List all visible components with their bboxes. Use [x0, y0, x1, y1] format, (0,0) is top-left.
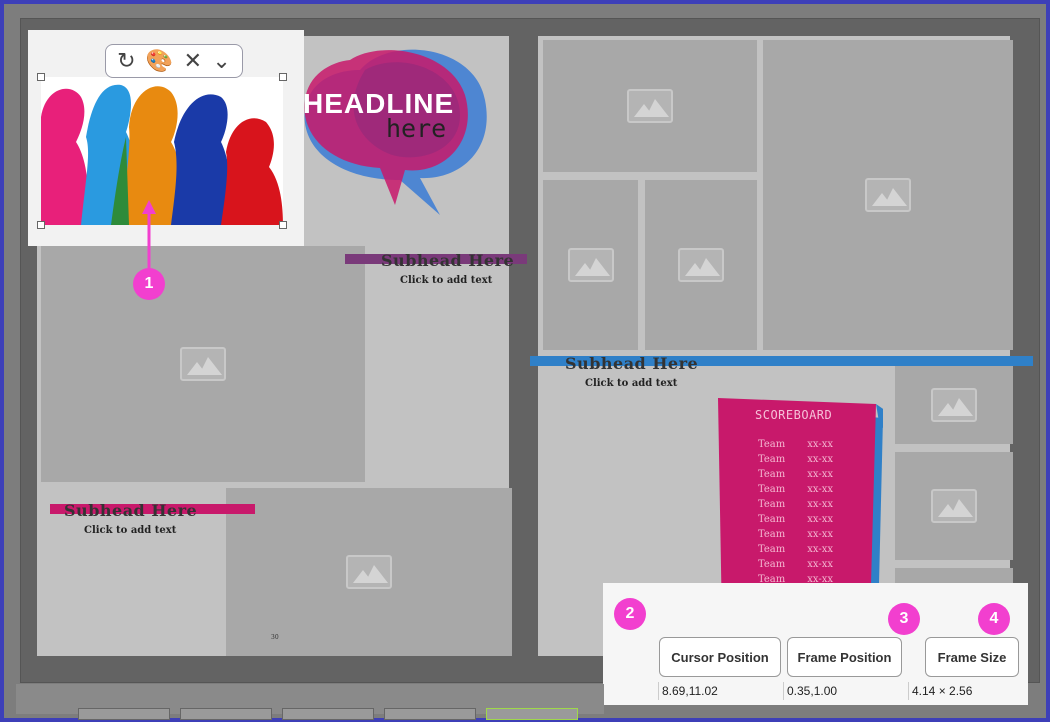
scoreboard-score: xx-xx — [807, 514, 834, 525]
scoreboard-score: xx-xx — [807, 559, 834, 570]
scoreboard-score: xx-xx — [807, 544, 834, 555]
scoreboard-score: xx-xx — [807, 529, 834, 540]
callout-2: 2 — [614, 598, 646, 630]
image-icon — [180, 347, 226, 381]
image-placeholder[interactable] — [895, 366, 1013, 444]
scoreboard-row: Team xx-xx — [758, 527, 858, 542]
image-placeholder[interactable] — [763, 40, 1013, 350]
image-icon — [865, 178, 911, 212]
image-placeholder[interactable] — [543, 180, 638, 350]
close-icon[interactable]: ✕ — [184, 50, 202, 72]
image-toolbar: ↻ 🎨 ✕ ⌄ — [105, 44, 243, 78]
callout-1: 1 — [133, 268, 165, 300]
image-placeholder[interactable] — [543, 40, 757, 172]
subhead-text[interactable]: Subhead Here — [381, 251, 514, 270]
scoreboard-score: xx-xx — [807, 484, 834, 495]
resize-handle[interactable] — [37, 221, 45, 229]
scoreboard-team: Team — [758, 499, 786, 510]
scoreboard-row: Team xx-xx — [758, 557, 858, 572]
diversity-silhouettes-image[interactable] — [41, 77, 283, 225]
resize-handle[interactable] — [37, 73, 45, 81]
image-icon — [931, 388, 977, 422]
chevron-down-icon[interactable]: ⌄ — [212, 50, 230, 72]
headline-subtext: here — [386, 114, 447, 143]
image-icon — [931, 489, 977, 523]
scoreboard-team: Team — [758, 559, 786, 570]
scoreboard-team: Team — [758, 544, 786, 555]
image-icon — [678, 248, 724, 282]
scoreboard-row: Team xx-xx — [758, 497, 858, 512]
frame-position-button[interactable]: Frame Position — [787, 637, 902, 677]
rotate-icon[interactable]: ↻ — [117, 50, 135, 72]
scoreboard-title: SCOREBOARD — [755, 408, 833, 422]
scoreboard-row: Team xx-xx — [758, 482, 858, 497]
image-placeholder[interactable] — [645, 180, 757, 350]
scoreboard-team: Team — [758, 484, 786, 495]
subhead-text[interactable]: Subhead Here — [64, 501, 197, 520]
palette-icon[interactable]: 🎨 — [146, 50, 173, 72]
frame-size-button[interactable]: Frame Size — [925, 637, 1019, 677]
scoreboard-score: xx-xx — [807, 439, 834, 450]
image-placeholder[interactable] — [226, 488, 512, 656]
toolbar-button[interactable] — [180, 708, 272, 720]
resize-handle[interactable] — [279, 73, 287, 81]
frame-size-value: 4.14 × 2.56 — [908, 682, 972, 700]
scoreboard-team: Team — [758, 439, 786, 450]
click-to-add-text[interactable]: Click to add text — [585, 378, 677, 389]
scoreboard-team: Team — [758, 454, 786, 465]
scoreboard-team: Team — [758, 529, 786, 540]
click-to-add-text[interactable]: Click to add text — [84, 525, 176, 536]
image-placeholder[interactable] — [41, 246, 365, 482]
scoreboard-team: Team — [758, 469, 786, 480]
toolbar-button[interactable] — [78, 708, 170, 720]
frame-position-value: 0.35,1.00 — [783, 682, 837, 700]
image-placeholder[interactable] — [895, 452, 1013, 560]
scoreboard-row: Team xx-xx — [758, 512, 858, 527]
scoreboard-row: Team xx-xx — [758, 542, 858, 557]
resize-handle[interactable] — [279, 221, 287, 229]
image-icon — [567, 248, 614, 282]
page-number: 30 — [271, 634, 279, 641]
scoreboard-score: xx-xx — [807, 469, 834, 480]
toolbar-button[interactable] — [282, 708, 374, 720]
cursor-position-button[interactable]: Cursor Position — [659, 637, 781, 677]
scoreboard-row: Team xx-xx — [758, 452, 858, 467]
cursor-position-value: 8.69,11.02 — [658, 682, 718, 700]
toolbar-button[interactable] — [384, 708, 476, 720]
scoreboard-row: Team xx-xx — [758, 467, 858, 482]
scoreboard-row: Team xx-xx — [758, 437, 858, 452]
scoreboard-team: Team — [758, 514, 786, 525]
callout-3: 3 — [888, 603, 920, 635]
click-to-add-text[interactable]: Click to add text — [400, 275, 492, 286]
subhead-text[interactable]: Subhead Here — [565, 354, 698, 373]
scoreboard-score: xx-xx — [807, 499, 834, 510]
image-icon — [346, 555, 392, 589]
scoreboard-score: xx-xx — [807, 454, 834, 465]
toolbar-button[interactable] — [486, 708, 578, 720]
callout-4: 4 — [978, 603, 1010, 635]
image-icon — [627, 89, 673, 123]
